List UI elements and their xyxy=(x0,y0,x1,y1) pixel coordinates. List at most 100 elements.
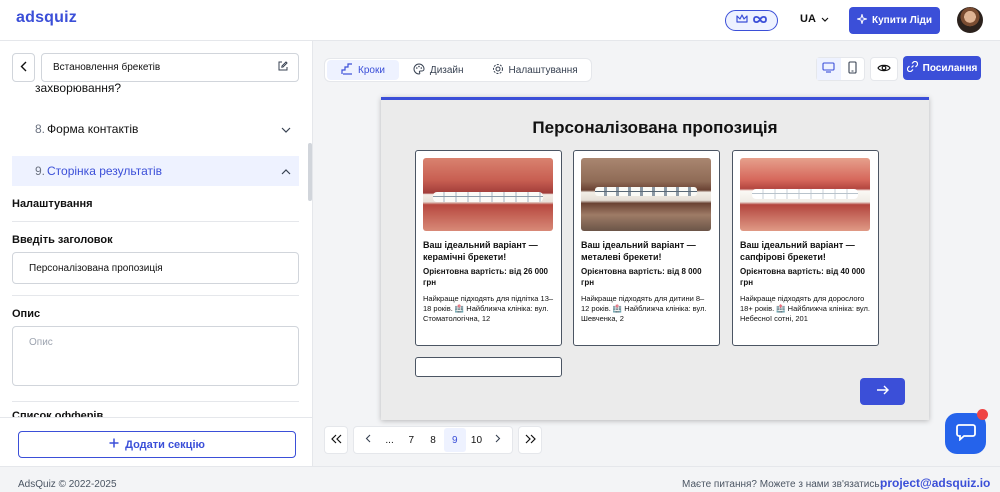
sidebar-item-results-page[interactable]: 9. Сторінка результатів xyxy=(12,156,299,186)
mobile-icon xyxy=(848,61,857,77)
offer-image xyxy=(581,158,711,231)
eye-icon xyxy=(877,63,891,76)
device-toggle xyxy=(816,57,865,81)
offer-price: Орієнтовна вартість: від 26 000 грн xyxy=(423,267,548,287)
title-input-value: Персоналізована пропозиція xyxy=(29,262,163,274)
page-ellipsis: ... xyxy=(385,434,394,446)
contact-question: Маєте питання? Можете з нами зв'язатись: xyxy=(682,479,883,490)
sidebar-item-contact-form[interactable]: 8. Форма контактів xyxy=(12,114,299,144)
offer-card-partial[interactable] xyxy=(415,357,562,377)
tab-design[interactable]: Дизайн xyxy=(399,60,478,80)
buy-leads-label: Купити Ліди xyxy=(872,15,932,26)
page-pager: ... 7 8 9 10 xyxy=(353,426,513,454)
arrow-right-icon xyxy=(876,385,890,398)
last-page-button[interactable] xyxy=(518,426,542,454)
crown-icon xyxy=(735,14,748,27)
offer-card[interactable]: Ваш ідеальний варіант — керамічні брекет… xyxy=(415,150,562,346)
divider xyxy=(12,401,299,402)
offer-description: Найкраще підходять для дитини 8–12 років… xyxy=(581,294,707,323)
offer-price: Орієнтовна вартість: від 40 000 грн xyxy=(740,267,865,287)
tab-steps[interactable]: Кроки xyxy=(327,60,399,80)
offer-card[interactable]: Ваш ідеальний варіант — сапфірові брекет… xyxy=(732,150,879,346)
offer-description: Найкраще підходять для дорослого 18+ рок… xyxy=(740,294,870,323)
buy-leads-button[interactable]: Купити Ліди xyxy=(849,7,940,34)
next-page-button[interactable] xyxy=(487,428,509,452)
title-field-label: Введіть заголовок xyxy=(12,234,113,246)
preview-canvas: Персоналізована пропозиція Ваш ідеальний… xyxy=(381,97,929,420)
offer-title: Ваш ідеальний варіант — металеві брекети… xyxy=(581,240,696,262)
results-title: Персоналізована пропозиція xyxy=(532,118,778,137)
sidebar: Встановлення брекетів захворювання? 8. Фо… xyxy=(0,41,313,466)
divider xyxy=(12,221,299,222)
first-page-button[interactable] xyxy=(324,426,348,454)
chevron-left-icon xyxy=(20,61,27,75)
chevron-down-icon xyxy=(821,13,829,25)
mobile-view-button[interactable] xyxy=(841,58,865,80)
offer-title: Ваш ідеальний варіант — сапфірові брекет… xyxy=(740,240,855,262)
share-link-label: Посилання xyxy=(922,62,978,74)
tab-label: Дизайн xyxy=(429,64,464,76)
chevron-down-icon[interactable] xyxy=(281,122,291,136)
top-bar: adsquiz UA Купити Ліди xyxy=(0,0,1000,41)
add-section-label: Додати секцію xyxy=(125,438,205,451)
copyright: AdsQuiz © 2022-2025 xyxy=(18,479,117,490)
previous-item-text: захворювання? xyxy=(35,81,122,95)
language-label: UA xyxy=(800,13,816,25)
offer-image xyxy=(423,158,553,231)
tab-label: Кроки xyxy=(358,64,385,76)
tab-label: Налаштування xyxy=(508,64,578,76)
language-selector[interactable]: UA xyxy=(800,13,829,25)
offer-card[interactable]: Ваш ідеальний варіант — металеві брекети… xyxy=(573,150,720,346)
item-number: 9. xyxy=(35,164,46,178)
chat-bubble-icon xyxy=(955,423,976,444)
page-button[interactable]: 10 xyxy=(466,428,488,452)
palette-icon xyxy=(413,62,425,78)
gear-icon xyxy=(492,63,504,78)
desktop-view-button[interactable] xyxy=(817,58,841,80)
editor-tabs: Кроки Дизайн Налаштування xyxy=(324,58,592,82)
page-button[interactable]: 7 xyxy=(400,428,422,452)
sparkle-icon xyxy=(855,12,869,27)
contact-email-link[interactable]: project@adsquiz.io xyxy=(880,476,990,490)
double-chevron-left-icon xyxy=(330,434,342,447)
description-label: Опис xyxy=(12,308,41,320)
app-logo[interactable]: adsquiz xyxy=(16,9,77,27)
title-input[interactable]: Персоналізована пропозиція xyxy=(12,252,299,284)
prev-page-button[interactable] xyxy=(357,428,379,452)
infinity-icon xyxy=(752,15,768,27)
footer: AdsQuiz © 2022-2025 Маєте питання? Может… xyxy=(0,466,1000,492)
offer-title: Ваш ідеальний варіант — керамічні брекет… xyxy=(423,240,538,262)
link-icon xyxy=(906,60,918,75)
back-button[interactable] xyxy=(12,53,35,82)
chevron-right-icon xyxy=(495,434,501,446)
item-number: 8. xyxy=(35,122,46,136)
offer-image xyxy=(740,158,870,231)
notification-badge xyxy=(977,409,988,420)
desktop-icon xyxy=(822,62,835,76)
chevron-up-icon[interactable] xyxy=(281,164,291,178)
page-button-current[interactable]: 9 xyxy=(443,428,466,452)
settings-heading: Налаштування xyxy=(12,198,93,210)
add-section-button[interactable]: Додати секцію xyxy=(18,431,296,458)
user-avatar[interactable] xyxy=(957,7,983,33)
sidebar-scrollbar[interactable] xyxy=(308,143,312,201)
edit-icon[interactable] xyxy=(278,61,288,74)
tab-settings[interactable]: Налаштування xyxy=(478,60,592,80)
double-chevron-right-icon xyxy=(525,434,536,447)
divider xyxy=(12,295,299,296)
steps-icon xyxy=(341,62,353,78)
chevron-left-icon xyxy=(365,434,371,446)
item-label: Форма контактів xyxy=(47,122,139,136)
offer-price: Орієнтовна вартість: від 8 000 грн xyxy=(581,267,702,287)
sidebar-footer: Додати секцію xyxy=(0,417,312,466)
page-button[interactable]: 8 xyxy=(422,428,444,452)
item-label: Сторінка результатів xyxy=(47,164,163,178)
preview-button[interactable] xyxy=(870,57,898,81)
offer-description: Найкраще підходять для підлітка 13–18 ро… xyxy=(423,294,554,323)
next-step-button[interactable] xyxy=(860,378,905,405)
subscription-badge[interactable] xyxy=(725,10,778,31)
description-placeholder: Опис xyxy=(29,337,53,348)
description-textarea[interactable]: Опис xyxy=(12,326,299,386)
quiz-title-field[interactable]: Встановлення брекетів xyxy=(41,53,299,82)
share-link-button[interactable]: Посилання xyxy=(903,56,981,80)
